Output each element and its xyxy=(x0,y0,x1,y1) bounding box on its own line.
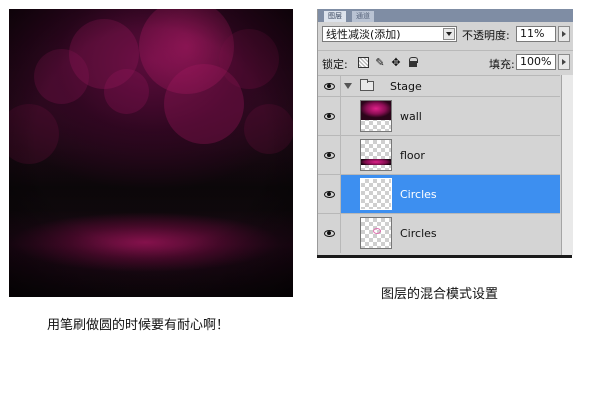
blend-mode-value: 线性减淡(添加) xyxy=(326,28,401,41)
layer-name: wall xyxy=(400,110,422,123)
caption-artwork: 用笔刷做圆的时候要有耐心啊！ xyxy=(47,318,230,333)
blend-opacity-row: 线性减淡(添加) 不透明度: 11% xyxy=(318,23,573,47)
layers-panel: 图层 通道 线性减淡(添加) 不透明度: 11% 锁定: ✎ ✥ 填充: 100… xyxy=(317,9,573,255)
opacity-input[interactable]: 11% xyxy=(516,26,556,42)
lock-label: 锁定: xyxy=(322,58,348,71)
artwork-preview xyxy=(9,9,293,297)
eye-icon xyxy=(323,191,335,198)
visibility-toggle[interactable] xyxy=(318,214,341,253)
layer-row-floor[interactable]: floor xyxy=(318,135,560,175)
arrow-right-icon xyxy=(562,31,566,37)
panel-bottom-edge xyxy=(317,255,572,258)
layer-row-wall[interactable]: wall xyxy=(318,96,560,136)
eye-icon xyxy=(323,113,335,120)
brush-icon[interactable]: ✎ xyxy=(374,56,386,69)
layer-row-circles-selected[interactable]: Circles xyxy=(318,174,560,214)
visibility-toggle[interactable] xyxy=(318,136,341,175)
layer-group-stage[interactable]: Stage xyxy=(318,75,560,97)
vignette xyxy=(9,9,293,297)
caption-panel: 图层的混合模式设置 xyxy=(381,287,499,302)
layer-thumbnail xyxy=(360,217,392,249)
move-icon[interactable]: ✥ xyxy=(390,56,402,69)
layer-name: floor xyxy=(400,149,425,162)
layer-name: Circles xyxy=(400,188,437,201)
fill-input[interactable]: 100% xyxy=(516,54,556,70)
blend-mode-select[interactable]: 线性减淡(添加) xyxy=(322,26,457,42)
chevron-down-icon[interactable] xyxy=(443,28,455,40)
layer-row-circles[interactable]: Circles xyxy=(318,213,560,253)
layer-name: Stage xyxy=(390,80,422,93)
layer-name: Circles xyxy=(400,227,437,240)
lock-transparency-icon[interactable] xyxy=(357,56,369,68)
lock-fill-row: 锁定: ✎ ✥ 填充: 100% xyxy=(318,50,573,75)
layer-thumbnail xyxy=(360,139,392,171)
arrow-right-icon xyxy=(562,59,566,65)
tab-layers[interactable]: 图层 xyxy=(324,11,346,22)
tab-channels[interactable]: 通道 xyxy=(352,11,374,22)
visibility-toggle[interactable] xyxy=(318,175,341,214)
eye-icon xyxy=(323,230,335,237)
expand-arrow-icon[interactable] xyxy=(344,83,352,89)
opacity-label: 不透明度: xyxy=(462,29,510,42)
layer-list: Stage wall floor Circles Circles xyxy=(318,75,573,255)
folder-icon xyxy=(360,79,374,91)
eye-icon xyxy=(323,83,335,90)
layer-thumbnail xyxy=(360,100,392,132)
fill-slider-button[interactable] xyxy=(558,54,570,70)
eye-icon xyxy=(323,152,335,159)
scrollbar[interactable] xyxy=(561,75,573,255)
panel-tab-bar: 图层 通道 xyxy=(318,9,573,22)
visibility-toggle[interactable] xyxy=(318,97,341,136)
visibility-toggle[interactable] xyxy=(318,76,341,97)
fill-label: 填充: xyxy=(489,58,515,71)
layer-thumbnail xyxy=(360,178,392,210)
opacity-slider-button[interactable] xyxy=(558,26,570,42)
lock-icon[interactable] xyxy=(407,56,419,68)
